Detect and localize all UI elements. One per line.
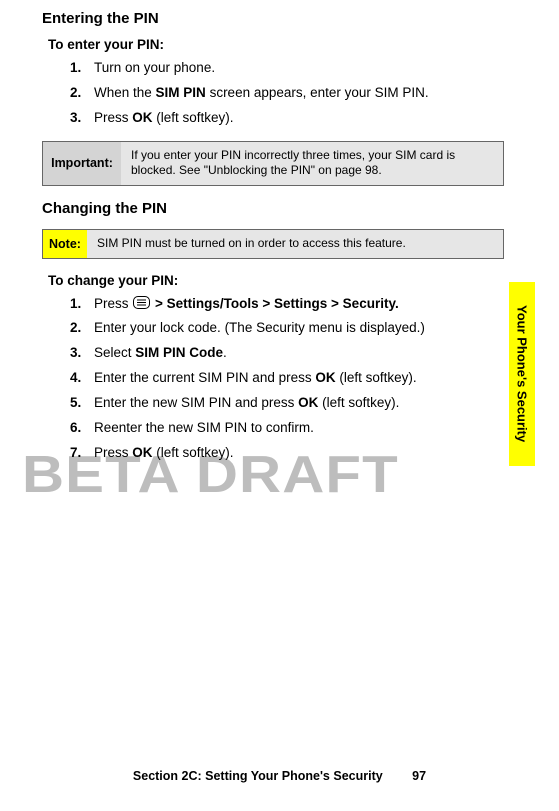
side-tab-label: Your Phone's Security (515, 305, 530, 442)
step-text: Enter your lock code. (The Security menu… (94, 318, 425, 339)
note-body: SIM PIN must be turned on in order to ac… (87, 230, 503, 258)
step-number: 2. (70, 83, 94, 104)
step-number: 3. (70, 343, 94, 364)
step-number: 7. (70, 443, 94, 464)
step-text: When the SIM PIN screen appears, enter y… (94, 83, 429, 104)
footer-page-number: 97 (412, 769, 426, 783)
step-text: Enter the new SIM PIN and press OK (left… (94, 393, 399, 414)
important-body: If you enter your PIN incorrectly three … (121, 142, 503, 185)
step-b5: 5. Enter the new SIM PIN and press OK (l… (70, 393, 504, 414)
step-number: 6. (70, 418, 94, 439)
page-footer: Section 2C: Setting Your Phone's Securit… (0, 769, 559, 783)
side-tab: Your Phone's Security (509, 282, 535, 466)
footer-section: Section 2C: Setting Your Phone's Securit… (133, 769, 383, 783)
step-a2: 2. When the SIM PIN screen appears, ente… (70, 83, 504, 104)
step-text: Press OK (left softkey). (94, 108, 234, 129)
step-b1: 1. Press > Settings/Tools > Settings > S… (70, 294, 504, 315)
step-text: Press > Settings/Tools > Settings > Secu… (94, 294, 399, 315)
heading-entering-pin: Entering the PIN (42, 10, 504, 27)
note-label: Note: (43, 230, 87, 258)
step-number: 1. (70, 294, 94, 315)
step-number: 4. (70, 368, 94, 389)
step-number: 5. (70, 393, 94, 414)
heading-changing-pin: Changing the PIN (42, 200, 504, 217)
step-number: 1. (70, 58, 94, 79)
lead-change-pin: To change your PIN: (48, 273, 504, 288)
step-text: Turn on your phone. (94, 58, 215, 79)
step-text: Select SIM PIN Code. (94, 343, 227, 364)
step-text: Reenter the new SIM PIN to confirm. (94, 418, 314, 439)
step-b6: 6. Reenter the new SIM PIN to confirm. (70, 418, 504, 439)
note-callout: Note: SIM PIN must be turned on in order… (42, 229, 504, 259)
menu-key-icon (133, 296, 150, 309)
step-text: Enter the current SIM PIN and press OK (… (94, 368, 417, 389)
lead-enter-pin: To enter your PIN: (48, 37, 504, 52)
step-a3: 3. Press OK (left softkey). (70, 108, 504, 129)
step-b7: 7. Press OK (left softkey). (70, 443, 504, 464)
step-b2: 2. Enter your lock code. (The Security m… (70, 318, 504, 339)
step-text: Press OK (left softkey). (94, 443, 234, 464)
important-label: Important: (43, 142, 121, 185)
step-b4: 4. Enter the current SIM PIN and press O… (70, 368, 504, 389)
step-b3: 3. Select SIM PIN Code. (70, 343, 504, 364)
step-number: 2. (70, 318, 94, 339)
step-a1: 1. Turn on your phone. (70, 58, 504, 79)
important-callout: Important: If you enter your PIN incorre… (42, 141, 504, 186)
step-number: 3. (70, 108, 94, 129)
